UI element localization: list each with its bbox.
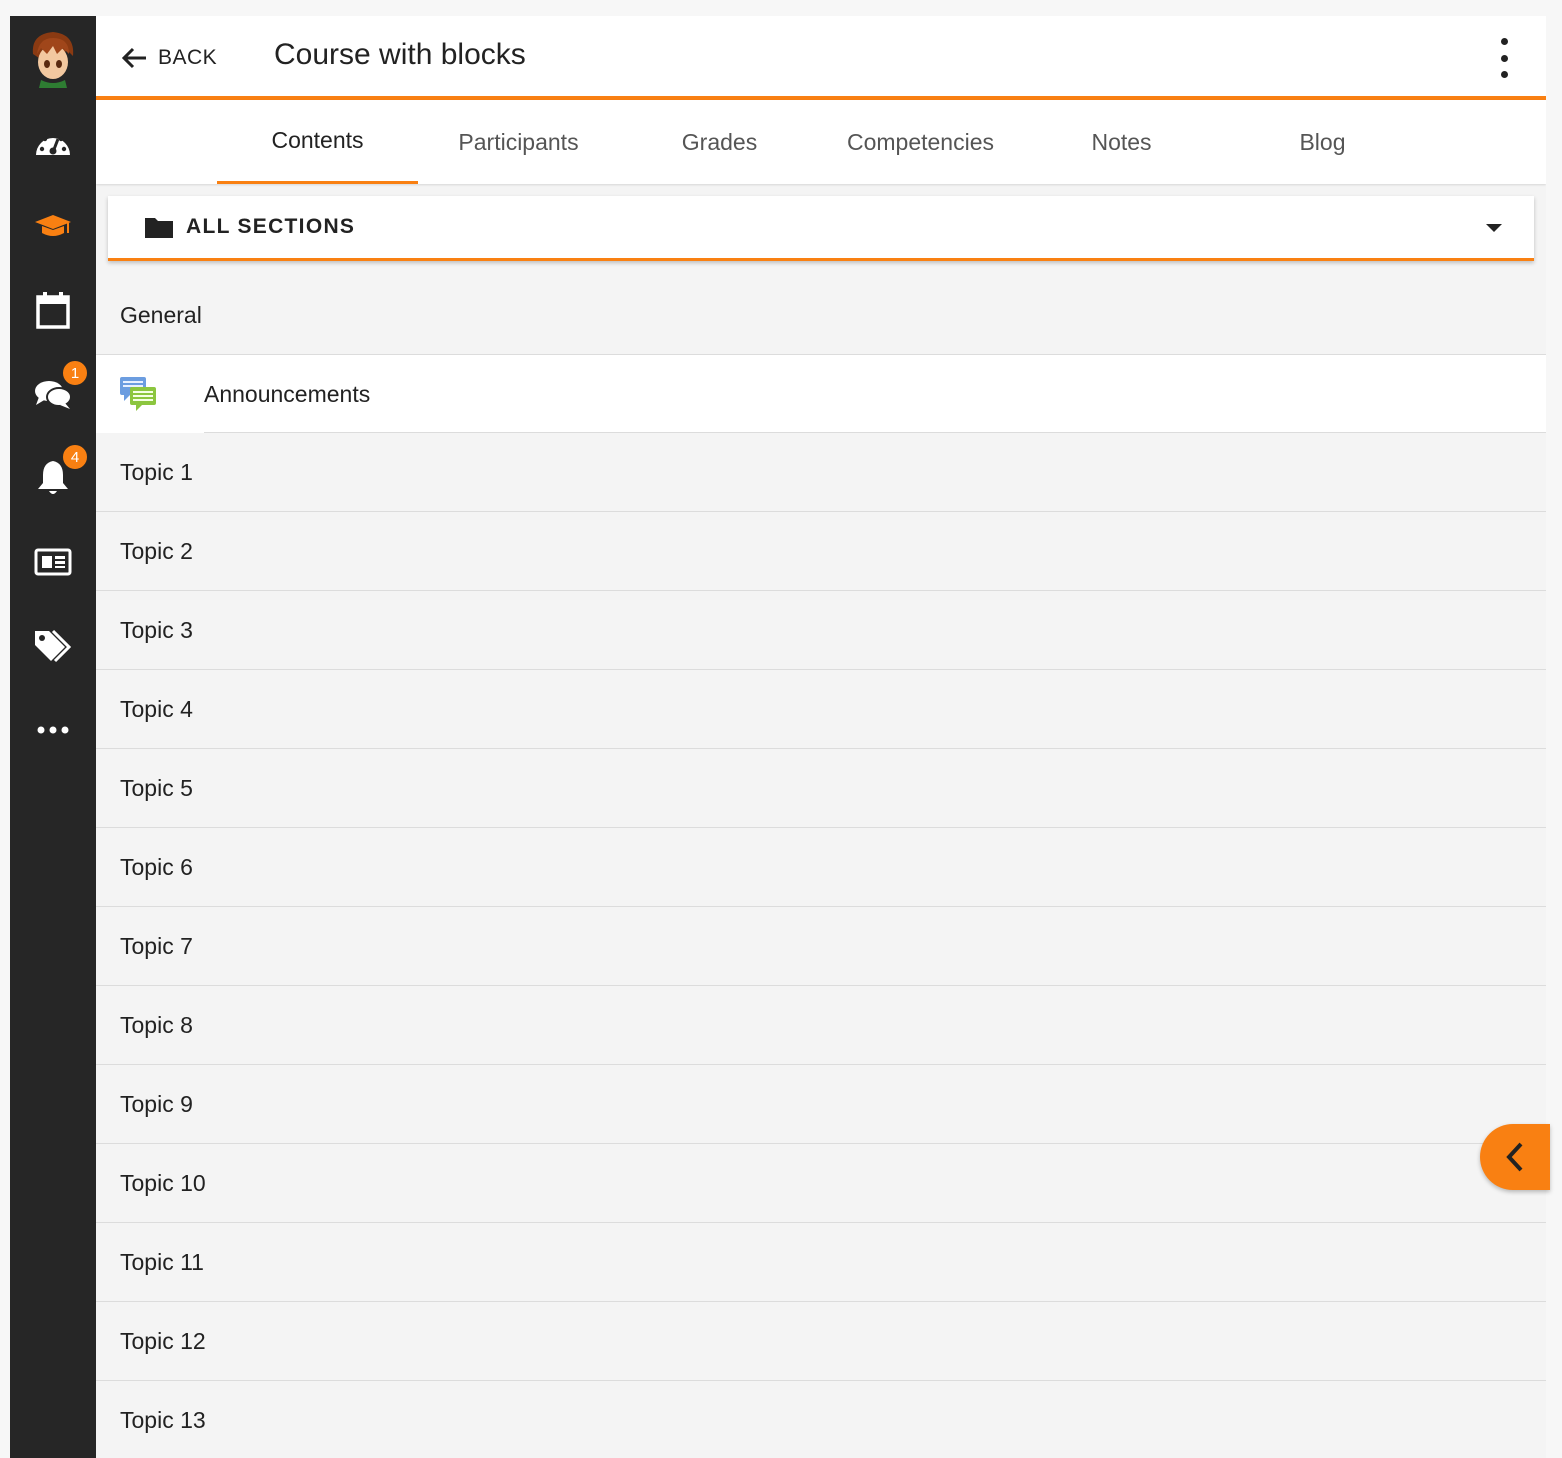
section-selector[interactable]: ALL SECTIONS bbox=[108, 196, 1534, 261]
section-title: Topic 6 bbox=[120, 853, 193, 880]
news-button[interactable] bbox=[10, 520, 96, 604]
back-label: BACK bbox=[158, 46, 218, 69]
tab-contents[interactable]: Contents bbox=[217, 100, 418, 184]
tab-grades[interactable]: Grades bbox=[619, 100, 820, 184]
dashboard-icon bbox=[36, 132, 70, 155]
section-title: Topic 12 bbox=[120, 1327, 206, 1354]
dashboard-button[interactable] bbox=[10, 100, 96, 184]
avatar-image bbox=[32, 32, 74, 88]
folder-icon bbox=[145, 218, 173, 238]
section-topic-10[interactable]: Topic 10 bbox=[96, 1144, 1546, 1223]
header-bar: BACK Course with blocks bbox=[96, 16, 1546, 100]
chevron-left-icon bbox=[1506, 1142, 1523, 1172]
ellipsis-icon bbox=[37, 726, 69, 734]
messages-button[interactable]: 1 bbox=[10, 352, 96, 436]
section-title: Topic 3 bbox=[120, 616, 193, 643]
section-topic-5[interactable]: Topic 5 bbox=[96, 749, 1546, 828]
section-title: Topic 9 bbox=[120, 1090, 193, 1117]
module-title: Announcements bbox=[204, 380, 371, 407]
section-topic-4[interactable]: Topic 4 bbox=[96, 670, 1546, 749]
section-topic-13[interactable]: Topic 13 bbox=[96, 1381, 1546, 1458]
section-title: Topic 10 bbox=[120, 1169, 206, 1196]
section-topic-1[interactable]: Topic 1 bbox=[96, 433, 1546, 512]
main-content: BACK Course with blocks Contents Partici… bbox=[96, 16, 1546, 1458]
tab-participants[interactable]: Participants bbox=[418, 100, 619, 184]
section-list: General Announcements Topic 1 Topic 2 To… bbox=[96, 276, 1546, 1458]
tags-button[interactable] bbox=[10, 604, 96, 688]
arrow-left-icon bbox=[121, 47, 146, 69]
messages-badge: 1 bbox=[62, 360, 88, 386]
section-title: Topic 7 bbox=[120, 932, 193, 959]
section-title: Topic 11 bbox=[120, 1248, 204, 1275]
section-title: Topic 1 bbox=[120, 458, 193, 485]
section-topic-2[interactable]: Topic 2 bbox=[96, 512, 1546, 591]
notifications-badge: 4 bbox=[62, 444, 88, 470]
blocks-toggle-button[interactable] bbox=[1480, 1124, 1550, 1190]
graduation-cap-icon bbox=[35, 215, 71, 236]
section-topic-7[interactable]: Topic 7 bbox=[96, 907, 1546, 986]
section-topic-9[interactable]: Topic 9 bbox=[96, 1065, 1546, 1144]
forum-icon bbox=[120, 377, 156, 411]
context-menu-button[interactable] bbox=[1492, 38, 1516, 78]
section-title: Topic 5 bbox=[120, 774, 193, 801]
newspaper-icon bbox=[34, 548, 72, 576]
section-topic-11[interactable]: Topic 11 bbox=[96, 1223, 1546, 1302]
section-topic-6[interactable]: Topic 6 bbox=[96, 828, 1546, 907]
side-menu: 1 4 bbox=[10, 16, 96, 1458]
more-button[interactable] bbox=[10, 688, 96, 772]
section-title: Topic 13 bbox=[120, 1406, 206, 1433]
calendar-button[interactable] bbox=[10, 268, 96, 352]
section-title: General bbox=[120, 301, 202, 328]
divider bbox=[204, 432, 1546, 433]
section-topic-3[interactable]: Topic 3 bbox=[96, 591, 1546, 670]
courses-button[interactable] bbox=[10, 184, 96, 268]
tab-competencies[interactable]: Competencies bbox=[820, 100, 1021, 184]
kebab-dot bbox=[1500, 71, 1508, 78]
notifications-button[interactable]: 4 bbox=[10, 436, 96, 520]
section-selector-label: ALL SECTIONS bbox=[186, 215, 356, 238]
back-button[interactable]: BACK bbox=[120, 40, 217, 76]
kebab-dot bbox=[1500, 54, 1508, 62]
tab-blog[interactable]: Blog bbox=[1222, 100, 1423, 184]
section-topic-8[interactable]: Topic 8 bbox=[96, 986, 1546, 1065]
tab-notes[interactable]: Notes bbox=[1021, 100, 1222, 184]
section-general[interactable]: General bbox=[96, 276, 1546, 355]
section-title: Topic 8 bbox=[120, 1011, 193, 1038]
section-title: Topic 2 bbox=[120, 537, 193, 564]
kebab-dot bbox=[1500, 38, 1508, 45]
chevron-down-icon bbox=[1486, 224, 1502, 232]
calendar-icon bbox=[36, 292, 70, 329]
user-avatar[interactable] bbox=[10, 16, 96, 100]
tags-icon bbox=[35, 629, 72, 663]
section-title: Topic 4 bbox=[120, 695, 193, 722]
page-title: Course with blocks bbox=[274, 38, 526, 71]
section-topic-12[interactable]: Topic 12 bbox=[96, 1302, 1546, 1381]
course-tabs: Contents Participants Grades Competencie… bbox=[96, 100, 1546, 184]
module-announcements[interactable]: Announcements bbox=[96, 355, 1546, 433]
